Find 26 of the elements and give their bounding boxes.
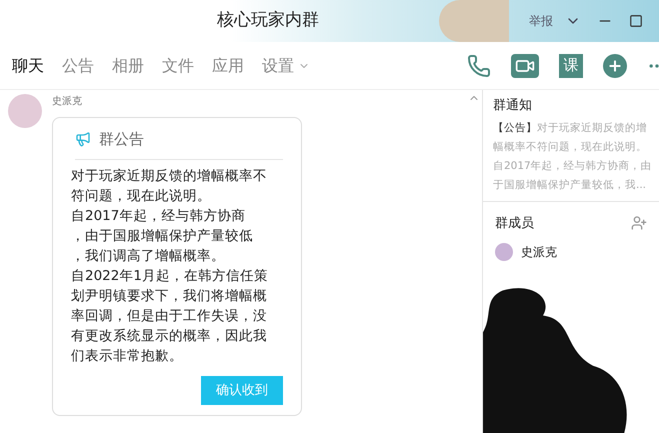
tab[interactable]: 相册: [112, 54, 144, 78]
tab[interactable]: 文件: [162, 54, 194, 78]
notice-text: 【公告】对于玩家近期反馈的增 幅概率不符问题，现在此说明。 自2017年起，经与韩方协商，由 于国服增幅保护产量较低，我...: [493, 120, 649, 192]
video-call-icon[interactable]: [511, 54, 539, 78]
announcement-text: 对于玩家近期反馈的增幅概率不 符问题，现在此说明。 自2017年起，经与韩方协商 ，由于国服增幅保护产量较低 ，我们调高了增幅概率。 自2022年1月起，在韩方信任策 划尹明镇要求下，我们将增幅概 率回调，但是由于工作失误，没 有更改系统显示的概率，因此我 们表示非常抱歉。: [71, 166, 269, 366]
add-icon[interactable]: [603, 54, 627, 78]
tab[interactable]: 公告: [62, 54, 94, 78]
card-title: 群公告: [99, 129, 144, 150]
class-button[interactable]: 课: [559, 54, 583, 78]
tab[interactable]: 设置: [262, 54, 310, 78]
tab[interactable]: 聊天: [12, 54, 44, 78]
megaphone-icon: [75, 131, 91, 148]
add-member-icon[interactable]: [631, 215, 647, 232]
member-name[interactable]: 史派克: [521, 243, 557, 261]
member-avatar: [495, 243, 513, 261]
photo-placeholder: [439, 0, 509, 42]
phone-icon[interactable]: [467, 54, 491, 78]
report-link[interactable]: 举报: [529, 12, 553, 30]
confirm-button[interactable]: 确认收到: [201, 376, 283, 405]
notice-title: 群通知: [493, 97, 533, 115]
tab[interactable]: 应用: [212, 54, 244, 78]
sender-name: 史派克: [52, 94, 83, 109]
window-title: 核心玩家内群: [217, 9, 319, 32]
members-title: 群成员: [495, 214, 534, 232]
avatar: [8, 94, 42, 128]
maximize-icon[interactable]: [629, 14, 643, 28]
